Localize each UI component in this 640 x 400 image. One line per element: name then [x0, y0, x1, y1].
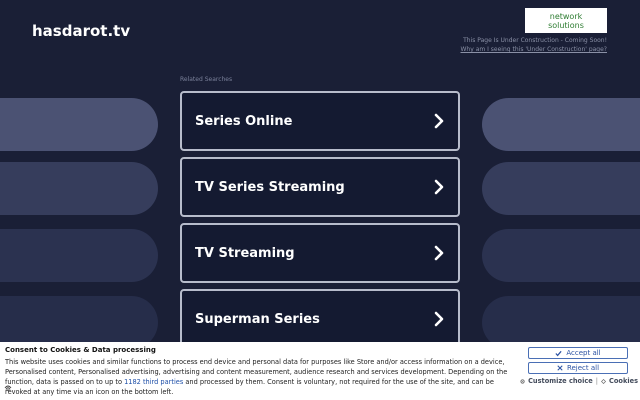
- under-construction-link[interactable]: Why am I seeing this 'Under Construction…: [461, 46, 608, 53]
- logo-text-line2: solutions: [548, 20, 584, 30]
- decorative-pill-left-2: [0, 162, 158, 215]
- chevron-right-icon: [434, 179, 444, 195]
- decorative-pill-right-3: [482, 229, 640, 282]
- related-searches-label: Related Searches: [180, 76, 233, 83]
- reject-all-button[interactable]: Reject all: [528, 362, 628, 374]
- decorative-pill-right-2: [482, 162, 640, 215]
- link-separator: |: [595, 377, 598, 385]
- cookies-link[interactable]: Cookies: [609, 377, 638, 385]
- accept-all-button[interactable]: Accept all: [528, 347, 628, 359]
- fingerprint-icon[interactable]: [4, 384, 12, 392]
- consent-description: This website uses cookies and similar fu…: [5, 357, 512, 397]
- check-icon: [555, 350, 562, 356]
- decorative-pill-right-1: [482, 98, 640, 151]
- chevron-right-icon: [434, 311, 444, 327]
- related-search-card-tv-series-streaming[interactable]: TV Series Streaming: [180, 157, 460, 217]
- related-search-label: TV Streaming: [195, 245, 295, 261]
- gear-icon: [520, 378, 525, 384]
- customize-choice-link[interactable]: Customize choice: [528, 377, 593, 385]
- related-search-label: Superman Series: [195, 311, 320, 327]
- site-title[interactable]: hasdarot.tv: [32, 22, 130, 40]
- reject-all-label: Reject all: [566, 364, 600, 372]
- chevron-right-icon: [434, 113, 444, 129]
- decorative-pill-left-1: [0, 98, 158, 151]
- third-parties-link[interactable]: 1182 third parties: [124, 378, 183, 386]
- related-search-card-superman-series[interactable]: Superman Series: [180, 289, 460, 349]
- chevron-right-icon: [434, 245, 444, 261]
- logo-text-line1: network: [549, 11, 583, 21]
- under-construction-notice: This Page Is Under Construction - Coming…: [463, 37, 607, 44]
- related-search-card-series-online[interactable]: Series Online: [180, 91, 460, 151]
- diamond-icon: [601, 378, 606, 384]
- related-search-card-tv-streaming[interactable]: TV Streaming: [180, 223, 460, 283]
- accept-all-label: Accept all: [566, 349, 601, 357]
- related-search-label: TV Series Streaming: [195, 179, 345, 195]
- consent-title: Consent to Cookies & Data processing: [5, 346, 156, 354]
- decorative-pill-left-3: [0, 229, 158, 282]
- consent-secondary-links: Customize choice | Cookies: [520, 377, 638, 385]
- network-solutions-logo[interactable]: network solutions: [525, 8, 607, 33]
- x-icon: [557, 365, 563, 371]
- related-search-label: Series Online: [195, 113, 293, 129]
